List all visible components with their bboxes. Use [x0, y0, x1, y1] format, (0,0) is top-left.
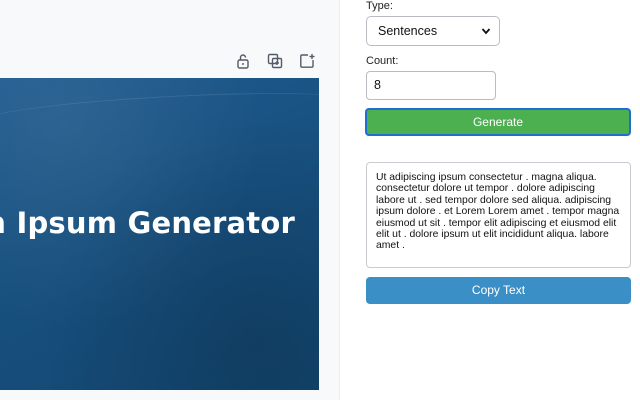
paper-texture-crease — [0, 86, 319, 137]
canvas-toolbar — [234, 52, 316, 70]
canvas-title[interactable]: m Ipsum Generator — [0, 206, 295, 240]
output-textarea[interactable]: Ut adipiscing ipsum consectetur . magna … — [366, 162, 631, 268]
unlock-button[interactable] — [234, 52, 252, 70]
design-editor-pane: m Ipsum Generator — [0, 0, 340, 400]
count-input[interactable]: 8 — [366, 71, 496, 100]
duplicate-button[interactable] — [266, 52, 284, 70]
unlock-icon — [237, 54, 249, 69]
type-label: Type: — [366, 0, 393, 12]
generate-button[interactable]: Generate — [365, 108, 631, 136]
duplicate-icon — [267, 53, 283, 69]
add-page-button[interactable] — [298, 52, 316, 70]
type-select-value: Sentences — [378, 24, 438, 38]
chevron-down-icon — [481, 28, 491, 35]
generator-panel: Type: Sentences Count: 8 Generate Ut adi… — [341, 0, 640, 400]
type-select[interactable]: Sentences — [366, 16, 500, 46]
add-page-icon — [300, 54, 315, 68]
copy-text-button[interactable]: Copy Text — [366, 277, 631, 304]
design-canvas[interactable]: m Ipsum Generator — [0, 78, 319, 390]
count-label: Count: — [366, 55, 399, 67]
